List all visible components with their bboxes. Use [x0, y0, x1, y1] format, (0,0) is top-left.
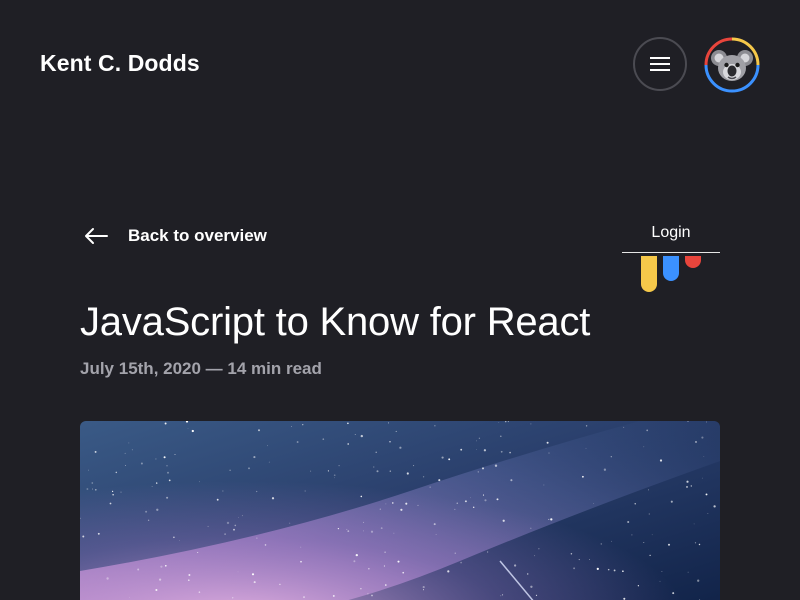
hero-image: [80, 421, 720, 600]
back-to-overview-label: Back to overview: [128, 226, 267, 245]
article-title: JavaScript to Know for React: [80, 300, 591, 344]
drip-red: [685, 256, 701, 268]
page: Kent C. Dodds Back to overview Login Jav…: [0, 0, 800, 600]
back-to-overview-link[interactable]: Back to overview: [84, 226, 267, 246]
login-area: Login: [622, 224, 720, 292]
site-title-link[interactable]: Kent C. Dodds: [40, 50, 200, 77]
arrow-left-icon: [85, 228, 108, 244]
color-drips-decoration: [622, 256, 720, 296]
profile-avatar-button[interactable]: [703, 36, 761, 94]
koala-avatar: [704, 37, 760, 93]
drip-blue: [663, 256, 679, 281]
menu-button[interactable]: [633, 37, 687, 91]
drip-yellow: [641, 256, 657, 292]
article-meta: July 15th, 2020 — 14 min read: [80, 359, 322, 378]
login-link[interactable]: Login: [622, 224, 720, 253]
menu-icon: [650, 57, 670, 71]
